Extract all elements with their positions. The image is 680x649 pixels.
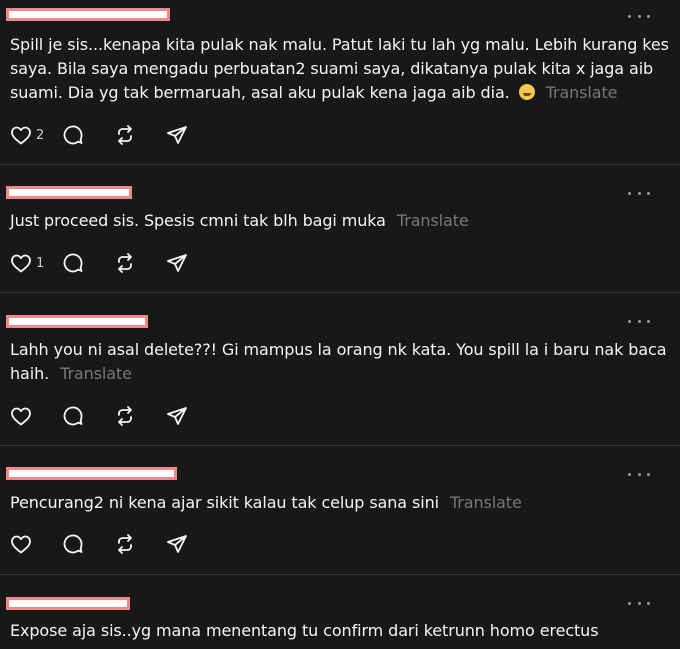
share-icon [167,126,187,144]
comment-text: Expose aja sis..yg mana menentang tu con… [10,619,670,643]
more-options-button[interactable] [628,10,650,22]
comment-text: Just proceed sis. Spesis cmni tak blh ba… [10,209,670,233]
comment-body: Pencurang2 ni kena ajar sikit kalau tak … [10,493,439,512]
more-options-button[interactable] [628,315,650,327]
repost-button[interactable] [114,405,166,427]
laughing-emoji-icon [518,84,535,100]
more-options-button[interactable] [628,597,650,609]
action-bar: 1 [10,251,196,275]
repost-icon [118,125,132,145]
comment-post: Spill je sis...kenapa kita pulak nak mal… [0,0,680,165]
comment-button[interactable] [62,405,114,427]
comment-icon [63,253,83,273]
like-button[interactable]: 1 [10,253,62,273]
redacted-username[interactable] [6,8,170,21]
comment-button[interactable] [62,124,114,146]
repost-button[interactable] [114,124,166,146]
share-icon [167,254,187,272]
comment-button[interactable] [62,533,114,555]
heart-icon [11,407,31,426]
like-count: 1 [36,255,45,271]
action-bar: 2 [10,123,196,147]
translate-link[interactable]: Translate [60,364,132,383]
share-button[interactable] [166,405,196,427]
like-button[interactable] [10,534,62,554]
comment-button[interactable] [62,252,114,274]
comment-icon [63,534,83,554]
translate-link[interactable]: Translate [397,211,469,230]
share-icon [167,407,187,425]
more-options-button[interactable] [628,187,650,199]
action-bar [10,532,196,556]
heart-icon [11,535,31,554]
translate-link[interactable]: Translate [450,493,522,512]
repost-icon [118,406,132,426]
heart-icon [11,126,31,145]
like-count: 2 [36,127,45,143]
comment-text: Pencurang2 ni kena ajar sikit kalau tak … [10,491,670,515]
share-button[interactable] [166,124,196,146]
redacted-username[interactable] [6,315,148,328]
repost-icon [118,253,132,273]
share-button[interactable] [166,533,196,555]
comment-text: Spill je sis...kenapa kita pulak nak mal… [10,33,670,105]
repost-button[interactable] [114,252,166,274]
comment-post: Lahh you ni asal delete??! Gi mampus la … [0,293,680,446]
more-options-button[interactable] [628,468,650,480]
heart-icon [11,254,31,273]
comment-post: Just proceed sis. Spesis cmni tak blh ba… [0,165,680,293]
redacted-username[interactable] [6,467,177,480]
action-bar [10,404,196,428]
comment-text: Lahh you ni asal delete??! Gi mampus la … [10,338,670,386]
repost-icon [118,534,132,554]
share-icon [167,535,187,553]
repost-button[interactable] [114,533,166,555]
comment-post: Pencurang2 ni kena ajar sikit kalau tak … [0,446,680,575]
comment-body: Expose aja sis..yg mana menentang tu con… [10,621,599,640]
translate-link[interactable]: Translate [546,83,618,102]
comment-post: Expose aja sis..yg mana menentang tu con… [0,575,680,649]
comment-icon [63,406,83,426]
like-button[interactable]: 2 [10,125,62,145]
redacted-username[interactable] [6,597,130,610]
share-button[interactable] [166,252,196,274]
redacted-username[interactable] [6,186,132,199]
like-button[interactable] [10,406,62,426]
comment-icon [63,125,83,145]
comment-body: Just proceed sis. Spesis cmni tak blh ba… [10,211,386,230]
